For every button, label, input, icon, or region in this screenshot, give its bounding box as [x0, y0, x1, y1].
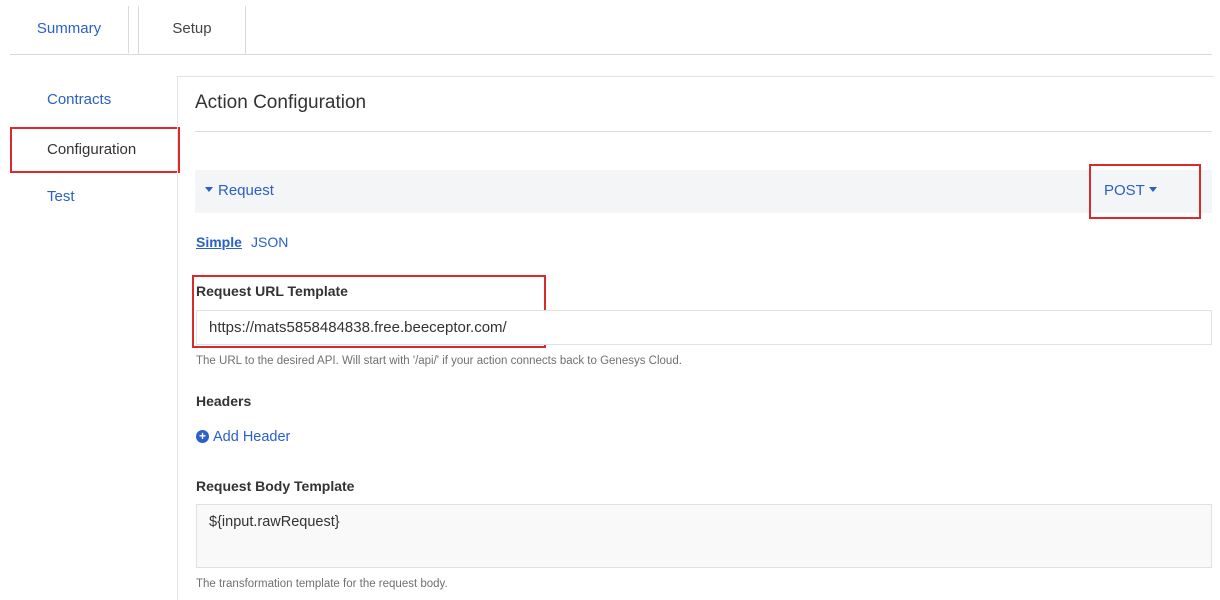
sidebar-item-test[interactable]: Test — [10, 175, 180, 219]
tab-bar: Summary Setup — [10, 6, 1212, 55]
mode-simple-link[interactable]: Simple — [196, 234, 242, 250]
add-header-label: Add Header — [213, 429, 291, 445]
sidebar-item-label: Test — [47, 188, 75, 205]
caret-down-icon — [205, 186, 213, 192]
request-url-input[interactable] — [196, 310, 1212, 345]
page-title: Action Configuration — [195, 92, 367, 113]
request-url-label: Request URL Template — [196, 283, 348, 299]
request-toggle-label: Request — [218, 182, 274, 199]
sidebar-item-label: Contracts — [47, 91, 112, 108]
chevron-down-icon — [1148, 186, 1157, 192]
title-divider — [195, 131, 1212, 132]
mode-json-link[interactable]: JSON — [251, 234, 288, 250]
http-method-label: POST — [1104, 182, 1145, 199]
http-method-dropdown[interactable]: POST — [1104, 182, 1157, 199]
plus-circle-icon: + — [196, 429, 209, 443]
headers-label: Headers — [196, 393, 252, 409]
tab-summary[interactable]: Summary — [10, 6, 129, 53]
sidebar-item-configuration[interactable]: Configuration — [10, 127, 180, 173]
tab-setup[interactable]: Setup — [138, 6, 246, 54]
sidebar-item-contracts[interactable]: Contracts — [10, 78, 180, 122]
request-url-help: The URL to the desired API. Will start w… — [196, 355, 682, 367]
request-section-header — [195, 170, 1212, 213]
request-body-textarea[interactable]: ${input.rawRequest} — [196, 504, 1212, 568]
request-body-label: Request Body Template — [196, 478, 355, 494]
sidebar-item-label: Configuration — [47, 141, 137, 158]
request-collapse-toggle[interactable]: Request — [205, 182, 274, 199]
add-header-button[interactable]: + Add Header — [196, 429, 290, 445]
request-body-help: The transformation template for the requ… — [196, 578, 448, 590]
